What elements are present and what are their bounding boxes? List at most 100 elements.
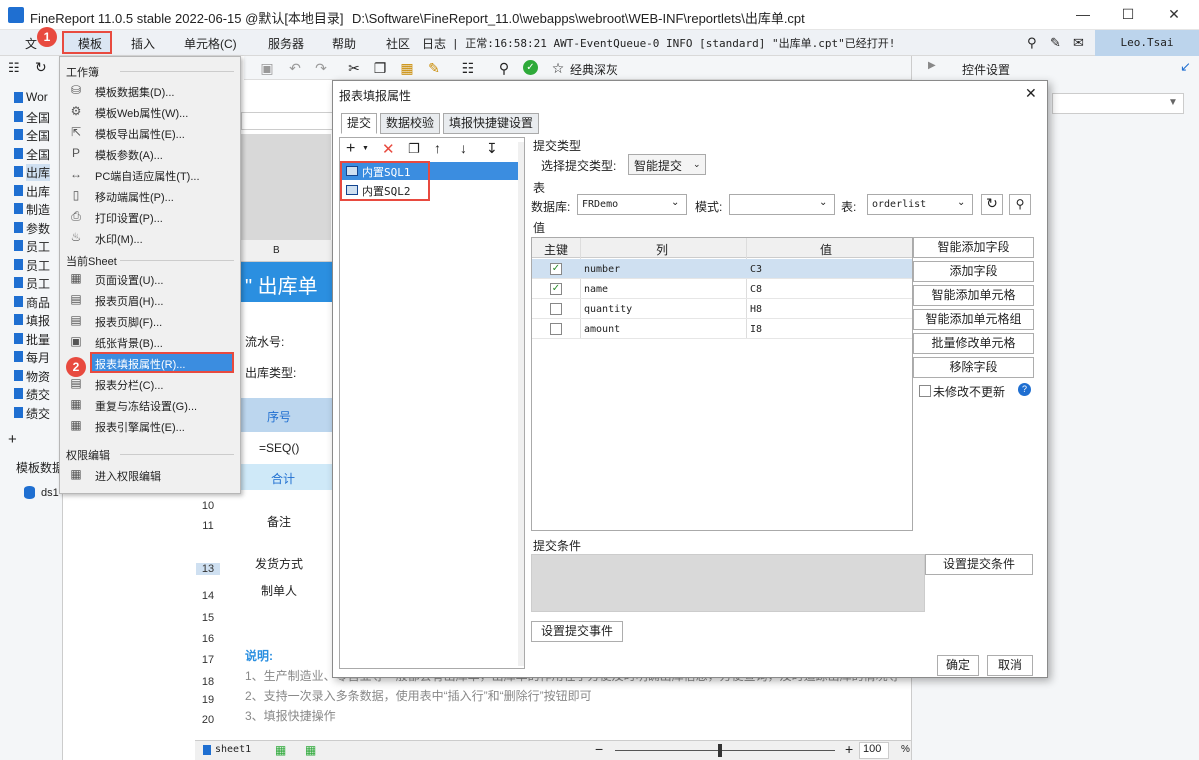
dialog-close-icon[interactable]: ✕	[1025, 85, 1037, 102]
menu-insert[interactable]: 插入	[131, 35, 155, 52]
scrollbar[interactable]	[518, 142, 524, 666]
tree-item[interactable]: 制造	[26, 201, 50, 218]
move-down-icon[interactable]: ↓	[460, 140, 467, 156]
edit-icon[interactable]: ✎	[1050, 35, 1061, 51]
tree-item[interactable]: Wor	[26, 90, 48, 104]
collapse-icon[interactable]: ▶	[928, 60, 936, 71]
menu-item[interactable]: ⚙ 模板Web属性(W)...	[60, 101, 240, 122]
message-icon[interactable]: ✉	[1073, 35, 1084, 51]
chevron-down-icon[interactable]: ▼	[362, 145, 369, 152]
row-number[interactable]: 16	[196, 633, 220, 645]
menu-item[interactable]: ▦ 报表引擎属性(E)...	[60, 415, 240, 436]
menu-item[interactable]: ▦ 重复与冻结设置(G)...	[60, 394, 240, 415]
table-row[interactable]: ✓ name C8	[532, 279, 912, 299]
redo-icon[interactable]: ↷	[312, 59, 330, 77]
row-number[interactable]: 20	[196, 714, 220, 726]
menu-item[interactable]: ▯ 移动端属性(P)...	[60, 185, 240, 206]
tree-item[interactable]: 全国	[26, 109, 50, 126]
row-number[interactable]: 11	[196, 520, 220, 532]
menu-item[interactable]: ♨ 水印(M)...	[60, 227, 240, 248]
theme-name[interactable]: 经典深灰	[570, 61, 618, 78]
row-number[interactable]: 15	[196, 612, 220, 624]
theme-icon[interactable]: ☆	[549, 59, 567, 77]
tree-item[interactable]: 批量	[26, 331, 50, 348]
field-action-button[interactable]: 智能添加字段	[913, 237, 1034, 258]
set-event-button[interactable]: 设置提交事件	[531, 621, 623, 642]
tree-item[interactable]: 每月	[26, 349, 50, 366]
key-checkbox[interactable]: ✓	[550, 263, 562, 275]
cancel-button[interactable]: 取消	[987, 655, 1033, 676]
chevron-down-icon[interactable]: ⌄	[819, 197, 827, 208]
add-sheet-icon[interactable]: ▦	[275, 743, 286, 757]
row-number[interactable]: 14	[196, 590, 220, 602]
menu-help[interactable]: 帮助	[332, 35, 356, 52]
menu-log[interactable]: 日志	[422, 35, 446, 52]
add-sql-icon[interactable]: +	[346, 140, 355, 158]
tree-item[interactable]: 出库	[26, 183, 50, 200]
table-row[interactable]: quantity H8	[532, 299, 912, 319]
tree-item[interactable]: 物资	[26, 368, 50, 385]
tree-item[interactable]: 商品	[26, 294, 50, 311]
sort-icon[interactable]: ↧	[486, 140, 498, 157]
menu-item[interactable]: ⛁ 模板数据集(D)...	[60, 80, 240, 101]
row-number[interactable]: 17	[196, 654, 220, 666]
check-icon[interactable]: ✓	[523, 60, 538, 75]
chevron-down-icon[interactable]: ▼	[1168, 97, 1178, 108]
field-action-button[interactable]: 移除字段	[913, 357, 1034, 378]
add-icon[interactable]: +	[8, 431, 17, 448]
field-action-button[interactable]: 批量修改单元格	[913, 333, 1034, 354]
tree-item[interactable]: 绩交	[26, 405, 50, 422]
menu-item[interactable]: P 模板参数(A)...	[60, 143, 240, 164]
field-action-button[interactable]: 智能添加单元格	[913, 285, 1034, 306]
delete-icon[interactable]: ✕	[382, 140, 395, 158]
field-action-button[interactable]: 添加字段	[913, 261, 1034, 282]
row-number[interactable]: 10	[196, 500, 220, 512]
menu-item[interactable]: ▤ 报表页眉(H)...	[60, 289, 240, 310]
chevron-down-icon[interactable]: ⌄	[693, 159, 701, 170]
preview-icon[interactable]: ⚲	[495, 59, 513, 77]
refresh-icon[interactable]: ↻	[35, 59, 47, 76]
maximize-icon[interactable]: ☐	[1118, 6, 1138, 24]
menu-item[interactable]: ↔ PC端自适应属性(T)...	[60, 164, 240, 185]
right-pane-collapse-icon[interactable]: ↙	[1180, 59, 1191, 75]
help-icon[interactable]: ?	[1018, 383, 1031, 396]
menu-server[interactable]: 服务器	[268, 35, 304, 52]
new-folder-icon[interactable]: ☷	[8, 60, 20, 76]
menu-item[interactable]: ▦ 页面设置(U)...	[60, 268, 240, 289]
close-icon[interactable]: ✕	[1164, 6, 1184, 24]
menu-item[interactable]: ▤ 报表页脚(F)...	[60, 310, 240, 331]
set-condition-button[interactable]: 设置提交条件	[925, 554, 1033, 575]
refresh-icon[interactable]: ↻	[981, 194, 1003, 215]
menu-item[interactable]: ▣ 纸张背景(B)...	[60, 331, 240, 352]
zoom-in-icon[interactable]: +	[845, 741, 853, 757]
search-icon[interactable]: ⚲	[1027, 35, 1037, 51]
tree-item[interactable]: 出库	[26, 164, 51, 181]
undo-icon[interactable]: ↶	[286, 59, 304, 77]
datasource-name[interactable]: ds1	[41, 487, 59, 499]
paste-icon[interactable]: ▦	[398, 59, 416, 77]
menu-item-perm-edit[interactable]: ▦ 进入权限编辑	[60, 464, 240, 485]
menu-item[interactable]: ⇱ 模板导出属性(E)...	[60, 122, 240, 143]
row-number[interactable]: 18	[196, 676, 220, 688]
table-row[interactable]: ✓ number C3	[532, 259, 912, 279]
menu-community[interactable]: 社区	[386, 35, 410, 52]
tab-shortcut[interactable]: 填报快捷键设置	[443, 113, 539, 134]
menu-cell[interactable]: 单元格(C)	[184, 35, 237, 52]
add-poly-sheet-icon[interactable]: ▦	[305, 743, 316, 757]
sheet-tab[interactable]: sheet1	[215, 744, 251, 755]
tab-validate[interactable]: 数据校验	[380, 113, 440, 134]
menu-template[interactable]: 模板	[78, 35, 102, 52]
tab-submit[interactable]: 提交	[341, 113, 377, 134]
tree-item[interactable]: 填报	[26, 312, 50, 329]
tree-item[interactable]: 绩交	[26, 386, 50, 403]
tree-item[interactable]: 参数	[26, 220, 50, 237]
formula-bar[interactable]	[241, 112, 333, 130]
tree-item[interactable]: 员工	[26, 238, 50, 255]
text-icon[interactable]: ☷	[459, 59, 477, 77]
tree-item[interactable]: 员工	[26, 275, 50, 292]
table-row[interactable]: amount I8	[532, 319, 912, 339]
key-checkbox[interactable]	[550, 323, 562, 335]
user-name[interactable]: Leo.Tsai	[1095, 30, 1199, 56]
seq-formula[interactable]: =SEQ()	[259, 441, 299, 455]
format-painter-icon[interactable]: ✎	[425, 59, 443, 77]
